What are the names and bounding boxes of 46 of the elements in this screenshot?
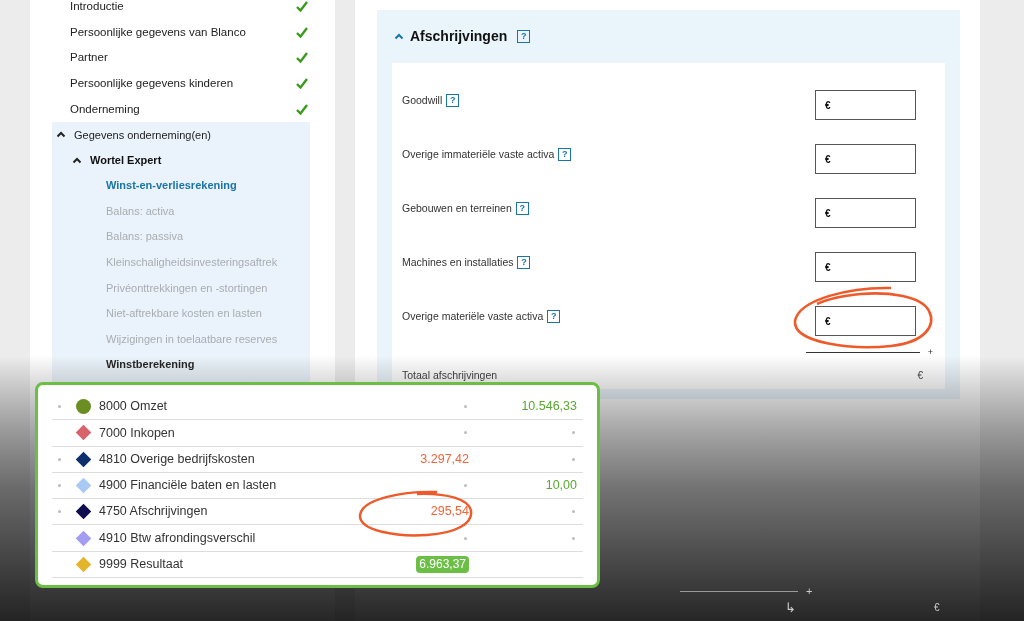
nav-item[interactable]: Partner <box>70 49 108 67</box>
sum-sign: + <box>806 584 813 600</box>
field-label: Overige materiële vaste activa <box>402 309 544 324</box>
debit-amount: 3.297,42 <box>420 450 469 468</box>
nav-item[interactable]: Winst-en-verliesrekening <box>52 173 310 199</box>
help-button[interactable]: ? <box>547 310 561 324</box>
total-label: Totaal afschrijvingen <box>402 367 498 383</box>
caret-icon[interactable] <box>72 156 82 164</box>
nav-item[interactable]: Persoonlijke gegevens van Blanco <box>70 23 246 41</box>
help-button[interactable]: ? <box>517 256 531 270</box>
nav-item[interactable]: Winstberekening <box>52 352 310 378</box>
help-button[interactable]: ? <box>517 30 531 43</box>
account-label: 4910 Btw afrondingsverschil <box>99 529 257 547</box>
currency-label: € <box>934 600 940 615</box>
credit-amount: 10,00 <box>545 477 577 495</box>
return-arrow: ↳ <box>785 599 796 616</box>
nav-group[interactable]: Wortel Expert <box>90 152 162 169</box>
account-label: 7000 Inkopen <box>99 424 176 442</box>
credit-amount: 10.546,33 <box>521 398 577 416</box>
amount-input[interactable]: € <box>815 198 916 228</box>
account-label: 9999 Resultaat <box>99 556 185 574</box>
total-value: € <box>917 368 923 383</box>
result-badge: 6.963,37 <box>416 555 469 573</box>
caret-icon[interactable] <box>56 131 66 139</box>
help-button[interactable]: ? <box>515 202 529 216</box>
section-title: Afschrijvingen <box>410 27 508 46</box>
amount-input[interactable]: € <box>815 144 916 174</box>
field-label: Overige immateriële vaste activa <box>402 147 555 162</box>
account-label: 4900 Financiële baten en lasten <box>99 477 278 495</box>
sum-sign: + <box>927 346 933 359</box>
account-label: 8000 Omzet <box>99 398 169 416</box>
account-label: 4810 Overige bedrijfskosten <box>99 450 256 468</box>
amount-input[interactable]: € <box>815 306 916 336</box>
help-button[interactable]: ? <box>558 148 572 162</box>
field-label: Machines en installaties <box>402 255 514 270</box>
nav-item[interactable]: Onderneming <box>70 100 140 118</box>
nav-item[interactable]: Persoonlijke gegevens kinderen <box>70 74 234 93</box>
nav-group[interactable]: Gegevens onderneming(en) <box>74 126 211 143</box>
help-button[interactable]: ? <box>446 94 460 108</box>
debit-amount: 295,54 <box>430 503 469 521</box>
amount-input[interactable]: € <box>815 252 916 282</box>
field-label: Goodwill <box>402 93 443 108</box>
account-label: 4750 Afschrijvingen <box>99 503 209 521</box>
field-label: Gebouwen en terreinen <box>402 201 512 216</box>
amount-input[interactable]: € <box>815 90 916 120</box>
nav-item[interactable]: Introductie <box>70 0 124 16</box>
